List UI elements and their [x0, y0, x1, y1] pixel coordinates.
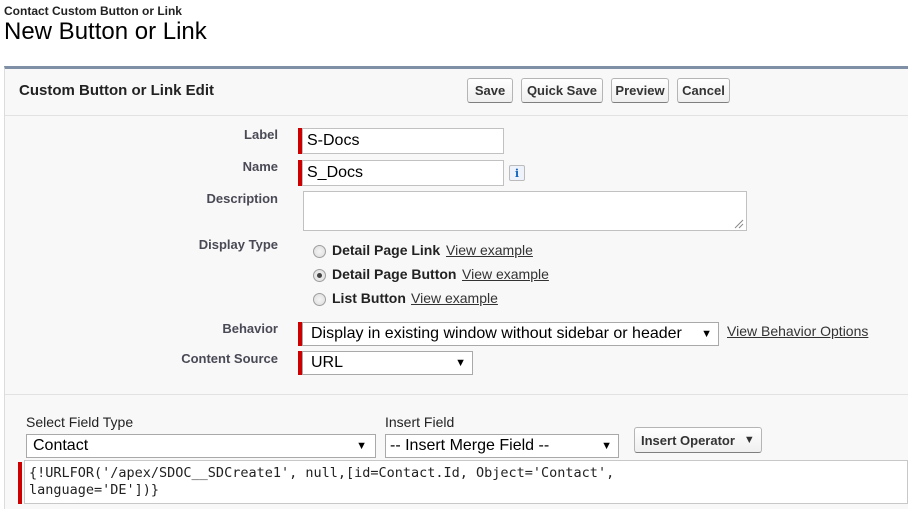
option-label: Detail Page Button	[332, 266, 457, 282]
quick-save-button[interactable]: Quick Save	[521, 78, 603, 103]
description-textarea[interactable]	[303, 191, 747, 231]
behavior-label: Behavior	[222, 321, 278, 336]
page-title: New Button or Link	[4, 18, 207, 45]
save-button[interactable]: Save	[467, 78, 513, 103]
behavior-select-value: Display in existing window without sideb…	[311, 325, 682, 342]
view-behavior-options-link[interactable]: View Behavior Options	[727, 323, 868, 339]
formula-editor[interactable]: {!URLFOR('/apex/SDOC__SDCreate1', null,[…	[24, 460, 908, 504]
view-example-link[interactable]: View example	[446, 242, 533, 258]
dropdown-arrow-icon: ▼	[743, 434, 755, 446]
dropdown-arrow-icon: ▼	[601, 440, 612, 452]
display-type-label: Display Type	[198, 237, 278, 252]
cancel-button[interactable]: Cancel	[677, 78, 730, 103]
view-example-link[interactable]: View example	[411, 290, 498, 306]
select-field-type-value: Contact	[33, 437, 89, 454]
dropdown-arrow-icon: ▼	[455, 357, 466, 369]
insert-field-value: -- Insert Merge Field --	[390, 437, 550, 454]
insert-operator-label: Insert Operator	[641, 432, 735, 448]
label-field-label: Label	[244, 127, 278, 142]
behavior-select[interactable]: Display in existing window without sideb…	[302, 322, 719, 346]
content-source-label: Content Source	[181, 351, 278, 366]
panel-title: Custom Button or Link Edit	[19, 82, 214, 99]
formula-line: {!URLFOR('/apex/SDOC__SDCreate1', null,[…	[29, 465, 615, 481]
insert-field-label: Insert Field	[385, 414, 455, 430]
formula-line: language='DE'])}	[29, 482, 160, 498]
radio-list-button[interactable]	[313, 293, 326, 306]
insert-field-select[interactable]: -- Insert Merge Field -- ▼	[385, 434, 619, 458]
select-field-type-select[interactable]: Contact ▼	[26, 434, 376, 458]
name-field-label: Name	[242, 159, 278, 174]
preview-button[interactable]: Preview	[611, 78, 669, 103]
select-field-type-label: Select Field Type	[26, 414, 134, 430]
radio-detail-page-link[interactable]	[313, 245, 326, 258]
option-label: Detail Page Link	[332, 242, 441, 258]
breadcrumb: Contact Custom Button or Link	[4, 4, 182, 18]
section-divider	[5, 394, 908, 395]
content-source-select-value: URL	[311, 354, 344, 371]
insert-operator-button[interactable]: Insert Operator ▼	[634, 427, 762, 453]
info-icon[interactable]: i	[509, 165, 525, 181]
radio-detail-page-button[interactable]	[313, 269, 326, 282]
dropdown-arrow-icon: ▼	[356, 440, 367, 452]
name-input[interactable]: S_Docs	[302, 160, 504, 186]
dropdown-arrow-icon: ▼	[701, 328, 712, 340]
view-example-link[interactable]: View example	[462, 266, 549, 282]
label-input[interactable]: S-Docs	[302, 128, 504, 154]
required-indicator	[18, 462, 22, 504]
option-label: List Button	[332, 290, 406, 306]
resize-handle-icon[interactable]	[734, 219, 744, 229]
description-field-label: Description	[206, 191, 278, 206]
content-source-select[interactable]: URL ▼	[302, 351, 473, 375]
